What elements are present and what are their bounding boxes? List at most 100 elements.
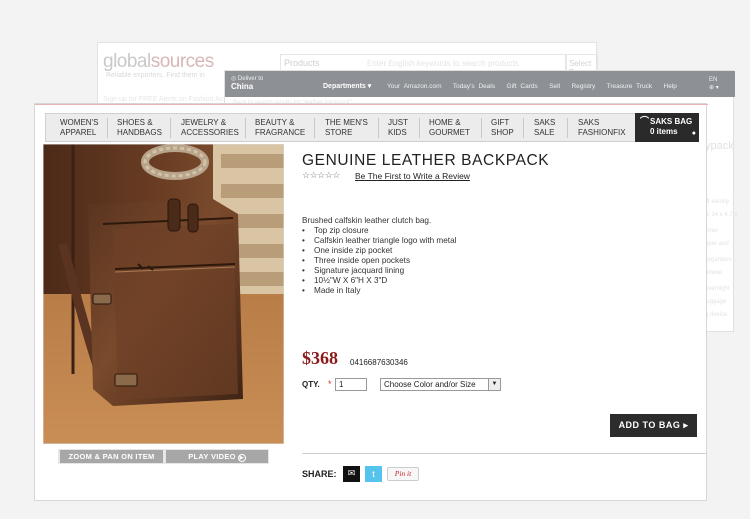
feature-item: 10½"W X 6"H X 3"D [302, 276, 456, 286]
amazon-link[interactable]: Your Amazon.com [387, 83, 442, 90]
nav-label: JEWELRY & [181, 118, 227, 127]
feature-item: Three inside open pockets [302, 256, 456, 266]
nav-womens-apparel[interactable]: WOMEN'S APPAREL [60, 114, 98, 141]
nav-label: SHOP [491, 127, 514, 137]
bag-count: 0 items [650, 127, 678, 136]
feature-item: Made in Italy [302, 286, 456, 296]
nav-label: SAKS [534, 118, 556, 127]
image-buttons-bar: ZOOM & PAN ON ITEM PLAY VIDEO ▶ [58, 449, 269, 464]
share-divider [302, 453, 707, 454]
chevron-down-icon[interactable]: ▼ [488, 379, 500, 390]
side-line: ift eamity [705, 199, 730, 205]
feature-item: One inside zip pocket [302, 246, 456, 256]
nav-saks-fashionfix[interactable]: SAKS FASHIONFIX [578, 114, 626, 141]
side-line: overnight [705, 286, 730, 292]
twitter-icon[interactable]: t [365, 466, 382, 482]
product-image[interactable] [43, 144, 284, 444]
nav-label: BEAUTY & [255, 118, 295, 127]
nav-gift-shop[interactable]: GIFT SHOP [491, 114, 514, 141]
globalsources-logo[interactable]: globalsources [103, 51, 214, 73]
feature-list: Top zip closure Calfskin leather triangl… [302, 226, 456, 296]
nav-separator [419, 118, 420, 138]
departments-menu[interactable]: Departments ▾ [323, 82, 371, 90]
saks-product-window: WOMEN'S APPAREL SHOES & HANDBAGS JEWELRY &… [34, 103, 708, 501]
required-marker: * [328, 379, 332, 389]
feature-item: Calfskin leather triangle logo with meta… [302, 236, 456, 246]
nav-separator [378, 118, 379, 138]
nav-label: APPAREL [60, 127, 97, 137]
play-video-button[interactable]: PLAY VIDEO ▶ [166, 450, 268, 463]
color-size-select[interactable]: Choose Color and/or Size ▼ [380, 378, 501, 391]
amazon-link[interactable]: Help [664, 83, 677, 90]
nav-label: FASHIONFIX [578, 127, 626, 137]
feature-item: Top zip closure [302, 226, 456, 236]
side-title: ypack [705, 140, 734, 152]
email-icon[interactable]: ✉ [343, 466, 360, 482]
nav-label: SAKS [578, 118, 600, 127]
product-description: Brushed calfskin leather clutch bag. [302, 216, 432, 225]
write-review-link[interactable]: Be The First to Write a Review [355, 171, 470, 181]
nav-separator [314, 118, 315, 138]
product-price: $368 [302, 348, 338, 368]
search-placeholder: Enter English keywords to search product… [367, 59, 519, 68]
deliver-to[interactable]: ◎ Deliver to China [231, 75, 263, 91]
search-category[interactable]: Products [284, 58, 320, 68]
amazon-link[interactable]: Registry [571, 83, 595, 90]
side-line: luggage [705, 299, 727, 305]
category-nav: WOMEN'S APPAREL SHOES & HANDBAGS JEWELRY &… [45, 113, 699, 142]
select-value: Choose Color and/or Size [384, 380, 476, 389]
pinterest-button[interactable]: Pin it [387, 467, 419, 481]
nav-separator [523, 118, 524, 138]
bag-label: SAKS BAG [650, 117, 693, 126]
nav-label: SHOES & [117, 118, 153, 127]
side-line: sygarders [705, 257, 732, 263]
amazon-link[interactable]: Today's Deals [453, 83, 495, 90]
play-icon: ▶ [237, 454, 246, 462]
nav-home-gourmet[interactable]: HOME & GOURMET [429, 114, 470, 141]
globalsources-faded-text: Sign up for FREE Alerts on Fashion Acc [103, 96, 227, 103]
nav-mens-store[interactable]: THE MEN'S STORE [325, 114, 368, 141]
nav-label: GIFT [491, 118, 510, 127]
nav-shoes-handbags[interactable]: SHOES & HANDBAGS [117, 114, 162, 141]
amazon-links: Your Amazon.com Today's Deals Gift Cards… [387, 83, 677, 90]
amazon-link[interactable]: Treasure Truck [607, 83, 652, 90]
amazon-nav-bar: ◎ Deliver to China Departments ▾ Your Am… [225, 71, 735, 97]
screenshot-collage: globalsources Reliable exporters. Find t… [0, 0, 750, 519]
qty-label: QTY. [302, 380, 320, 389]
hanger-icon: ⌒ [640, 116, 650, 126]
zoom-pan-button[interactable]: ZOOM & PAN ON ITEM [60, 450, 163, 463]
nav-label: KIDS [388, 127, 407, 137]
amazon-link[interactable]: Gift Cards [507, 83, 538, 90]
rating-stars-icon[interactable]: ☆☆☆☆☆ [302, 170, 340, 181]
nav-label: FRAGRANCE [255, 127, 306, 137]
nav-jewelry-accessories[interactable]: JEWELRY & ACCESSORIES [181, 114, 239, 141]
bag-dot-icon: ● [691, 130, 696, 137]
add-to-bag-button[interactable]: ADD TO BAG ▸ [610, 414, 697, 437]
top-divider [35, 104, 708, 105]
amazon-side-text: ypack ift eamity ts 14 x 4.7 x inner ppe… [705, 140, 750, 322]
nav-separator [245, 118, 246, 138]
share-label: SHARE: [302, 469, 337, 479]
product-title: GENUINE LEATHER BACKPACK [302, 152, 550, 169]
nav-just-kids[interactable]: JUST KIDS [388, 114, 408, 141]
side-line: ts 14 x 4.7 x [705, 212, 738, 218]
backpack-illustration [43, 144, 284, 444]
product-sku: 0416687630346 [350, 358, 408, 367]
nav-beauty-fragrance[interactable]: BEAUTY & FRAGRANCE [255, 114, 305, 141]
nav-label: HANDBAGS [117, 127, 162, 137]
nav-label: GOURMET [429, 127, 470, 137]
logo-text-global: global [103, 51, 151, 72]
saks-bag-button[interactable]: ⌒ SAKS BAG 0 items ● [635, 113, 699, 142]
nav-label: ACCESSORIES [181, 127, 239, 137]
language-label: EN [709, 77, 718, 83]
nav-separator [481, 118, 482, 138]
nav-saks-sale[interactable]: SAKS SALE [534, 114, 555, 141]
amazon-link[interactable]: Sell [549, 83, 560, 90]
quantity-input[interactable]: 1 [335, 378, 367, 391]
nav-separator [567, 118, 568, 138]
globalsources-tagline: Reliable exporters. Find them in [106, 72, 205, 79]
zoom-label: ZOOM & PAN ON ITEM [68, 452, 155, 461]
side-line: inner [705, 228, 719, 234]
language-selector[interactable]: EN ⊕ ▾ [709, 76, 719, 92]
nav-label: THE MEN'S [325, 118, 368, 127]
